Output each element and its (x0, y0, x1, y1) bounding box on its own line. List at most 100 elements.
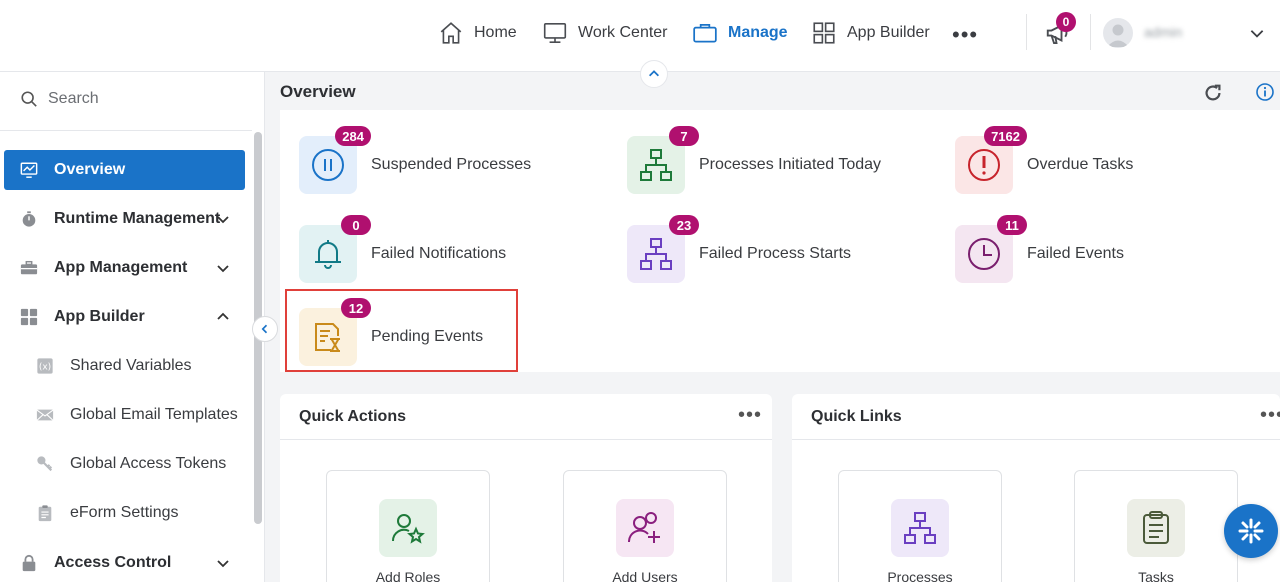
sidebar: Search Overview Runtime Management App M… (0, 72, 265, 582)
sidebar-item-label: Overview (54, 161, 126, 178)
assistant-logo-icon (1238, 518, 1264, 544)
action-icon-tile (379, 499, 437, 557)
stat-suspended-processes[interactable]: 284 Suspended Processes (299, 126, 531, 194)
more-menu-button[interactable]: ••• (952, 22, 978, 48)
nav-work-center[interactable]: Work Center (542, 18, 668, 48)
search-icon (21, 91, 37, 107)
monitor-icon (543, 22, 567, 44)
card-title: Quick Links (811, 408, 902, 425)
card-title: Quick Actions (299, 408, 406, 425)
sidebar-item-access-control[interactable]: Access Control (4, 543, 245, 582)
chevron-down-icon[interactable] (1248, 24, 1266, 42)
collapse-sidebar-button[interactable] (252, 316, 278, 342)
grid-icon (813, 22, 835, 44)
nav-manage[interactable]: Manage (692, 18, 788, 48)
clipboard-list-icon (1143, 511, 1169, 544)
sidebar-item-global-email-templates[interactable]: Global Email Templates (4, 395, 245, 435)
divider (0, 130, 252, 131)
toolbox-icon (20, 259, 38, 277)
hierarchy-icon (904, 512, 936, 544)
nav-manage-label: Manage (728, 24, 788, 41)
action-label: Tasks (1138, 569, 1174, 582)
user-add-icon (628, 512, 660, 543)
sidebar-item-eform-settings[interactable]: eForm Settings (4, 493, 245, 533)
stat-failed-process-starts[interactable]: 23 Failed Process Starts (627, 215, 852, 283)
stat-label: Failed Process Starts (699, 245, 852, 262)
quick-actions-card: Quick Actions ••• Add Roles Add Users (280, 394, 772, 582)
nav-home[interactable]: Home (438, 18, 517, 48)
stat-label: Failed Notifications (371, 245, 507, 262)
tasks-link[interactable]: Tasks (1074, 470, 1238, 582)
refresh-icon[interactable] (1202, 82, 1224, 104)
chevron-left-icon (261, 324, 268, 334)
collapse-header-button[interactable] (640, 60, 668, 88)
action-label: Add Roles (375, 569, 441, 582)
card-header: Quick Actions ••• (280, 394, 772, 440)
assistant-button[interactable] (1224, 504, 1278, 558)
more-options-button[interactable]: ••• (738, 404, 762, 427)
pause-icon (312, 149, 344, 181)
sidebar-item-shared-variables[interactable]: (x) Shared Variables (4, 346, 245, 386)
count-badge: 7 (669, 126, 699, 146)
page-title: Overview (280, 82, 356, 101)
stat-processes-initiated-today[interactable]: 7 Processes Initiated Today (627, 126, 882, 194)
sidebar-item-label: eForm Settings (70, 504, 179, 521)
stat-tile: 7 (627, 126, 699, 194)
clock-icon (968, 238, 1000, 270)
nav-app-builder-label: App Builder (847, 24, 930, 41)
stat-tile: 7162 (955, 126, 1027, 194)
action-label: Processes (887, 569, 953, 582)
hierarchy-icon (640, 149, 672, 181)
stopwatch-icon (20, 210, 38, 228)
stat-label: Overdue Tasks (1027, 156, 1134, 173)
stat-overdue-tasks[interactable]: 7162 Overdue Tasks (955, 126, 1134, 194)
add-users-button[interactable]: Add Users (563, 470, 727, 582)
briefcase-icon (693, 24, 717, 43)
sidebar-item-label: Global Email Templates (70, 406, 238, 423)
action-icon-tile (616, 499, 674, 557)
avatar[interactable] (1103, 18, 1133, 48)
stat-failed-events[interactable]: 11 Failed Events (955, 215, 1124, 283)
divider (1090, 14, 1091, 50)
count-badge: 284 (335, 126, 371, 146)
home-icon (440, 22, 462, 44)
stat-tile: 11 (955, 215, 1027, 283)
count-badge: 7162 (984, 126, 1027, 146)
divider (1026, 14, 1027, 50)
hierarchy-icon (640, 238, 672, 270)
processes-link[interactable]: Processes (838, 470, 1002, 582)
info-icon[interactable] (1255, 82, 1275, 102)
notification-badge: 0 (1056, 12, 1076, 32)
chevron-up-icon (217, 312, 229, 320)
search-input[interactable]: Search (20, 90, 99, 108)
sidebar-item-label: Global Access Tokens (70, 455, 227, 472)
sidebar-item-overview[interactable]: Overview (4, 150, 245, 190)
sidebar-item-runtime-management[interactable]: Runtime Management (4, 199, 245, 239)
count-badge: 23 (669, 215, 699, 235)
sidebar-item-label: App Builder (54, 308, 145, 325)
stat-tile: 0 (299, 215, 371, 283)
lock-icon (20, 554, 38, 572)
sidebar-item-label: Shared Variables (70, 357, 192, 374)
alert-icon (968, 149, 1000, 181)
nav-home-label: Home (474, 24, 517, 41)
search-placeholder: Search (48, 90, 99, 107)
more-options-button[interactable]: ••• (1260, 404, 1280, 427)
add-roles-button[interactable]: Add Roles (326, 470, 490, 582)
action-label: Add Users (612, 569, 678, 582)
quick-links-card: Quick Links ••• Processes Tasks (792, 394, 1280, 582)
nav-app-builder[interactable]: App Builder (811, 18, 930, 48)
count-badge: 11 (997, 215, 1027, 235)
action-icon-tile (891, 499, 949, 557)
nav-work-center-label: Work Center (578, 24, 668, 41)
top-navigation-bar: Home Work Center Manage App Builder ••• … (0, 0, 1280, 72)
svg-text:(x): (x) (39, 363, 51, 373)
stat-label: Processes Initiated Today (699, 156, 882, 173)
sidebar-item-global-access-tokens[interactable]: Global Access Tokens (4, 444, 245, 484)
chevron-up-icon (649, 70, 659, 77)
username[interactable]: admin (1144, 24, 1182, 40)
sidebar-item-app-builder[interactable]: App Builder (4, 297, 245, 337)
grid-icon (20, 308, 38, 326)
sidebar-item-app-management[interactable]: App Management (4, 248, 245, 288)
stat-failed-notifications[interactable]: 0 Failed Notifications (299, 215, 507, 283)
